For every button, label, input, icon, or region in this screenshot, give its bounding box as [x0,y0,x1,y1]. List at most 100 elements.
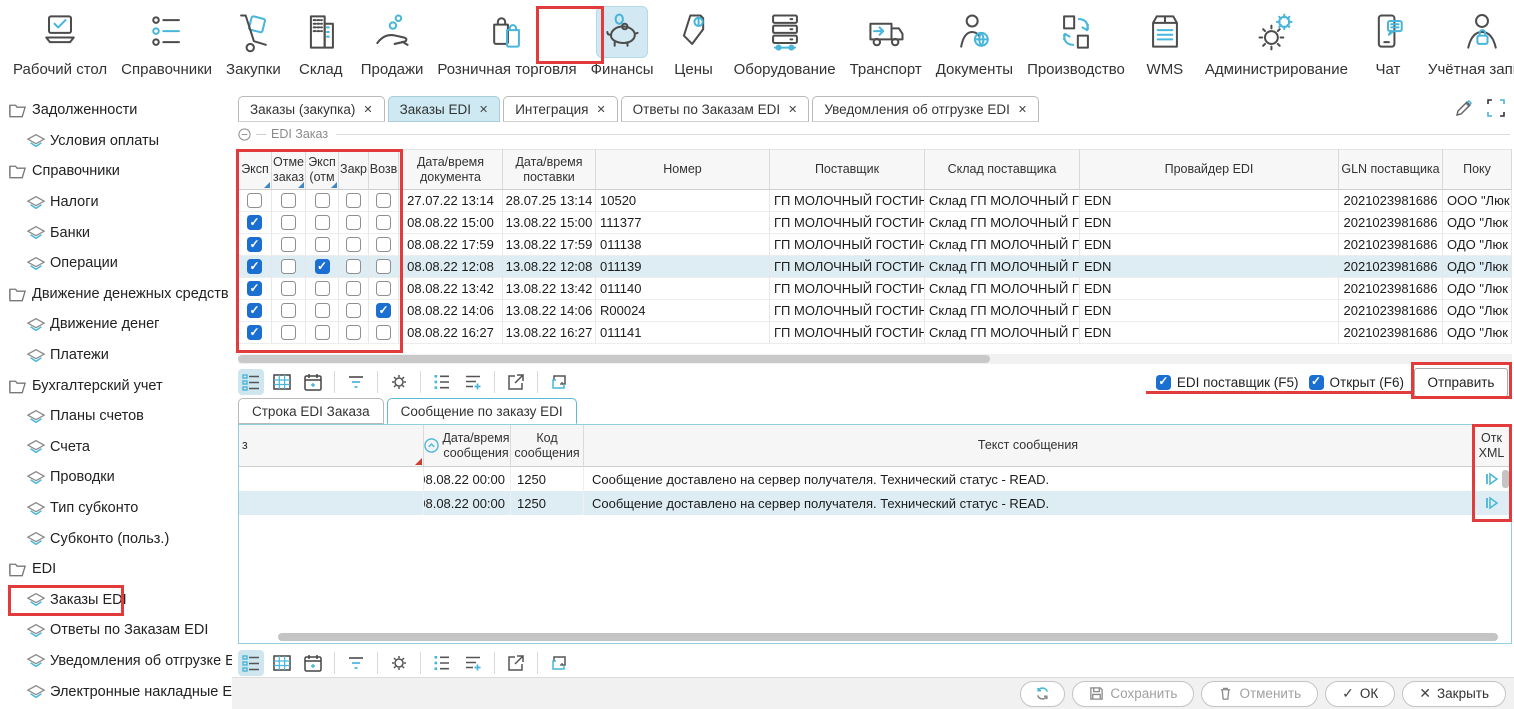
sidebar-item-references[interactable]: Справочники [0,156,232,187]
tab-close-icon[interactable]: ✕ [788,103,797,116]
view-rows-icon[interactable] [238,650,264,676]
save-button[interactable]: Сохранить [1072,681,1194,707]
checkbox-export-cancel[interactable] [315,281,330,296]
ok-button[interactable]: ✓ОК [1325,681,1395,707]
sidebar-item-operations[interactable]: Операции [0,248,232,279]
order-row[interactable]: 08.08.22 15:00 13.08.22 15:00 111377 ГП … [238,212,1512,234]
order-row[interactable]: 08.08.22 13:42 13.08.22 13:42 011140 ГП … [238,278,1512,300]
scrollbar-thumb[interactable] [238,355,990,363]
sidebar-item-subconto-user[interactable]: Субконто (польз.) [0,523,232,554]
checkbox-export-cancel[interactable] [315,303,330,318]
col-header-open-xml[interactable]: Отк XML [1473,425,1511,467]
checkbox-exported[interactable] [247,281,262,296]
filter-icon[interactable] [343,650,369,676]
checkbox-order-cancelled[interactable] [281,259,296,274]
checkbox-order-cancelled[interactable] [281,325,296,340]
order-row[interactable]: 08.08.22 17:59 13.08.22 17:59 011138 ГП … [238,234,1512,256]
sidebar-item-subconto-type[interactable]: Тип субконто [0,493,232,524]
scrollbar-thumb[interactable] [278,633,1498,641]
checkbox-export-cancel[interactable] [315,237,330,252]
checkbox-returned[interactable] [376,193,391,208]
open-external-icon[interactable] [503,650,529,676]
col-header-message-code[interactable]: Код сообщения [511,425,584,467]
checkbox-returned[interactable] [376,215,391,230]
sidebar-item-money-movement[interactable]: Движение денег [0,309,232,340]
col-header-supplier-warehouse[interactable]: Склад поставщика [925,149,1080,190]
col-header-message-text[interactable]: Текст сообщения [584,425,1473,467]
col-header-status[interactable]: з [239,425,424,467]
checkbox-order-cancelled[interactable] [281,237,296,252]
sidebar-item-edi[interactable]: EDI [0,554,232,585]
checkbox-closed[interactable] [346,193,361,208]
edi-supplier-checkbox[interactable] [1156,375,1171,390]
nav-item-chat[interactable]: Чат [1355,4,1421,80]
checkbox-closed[interactable] [346,281,361,296]
checkbox-order-cancelled[interactable] [281,303,296,318]
add-row-icon[interactable] [460,650,486,676]
checkbox-order-cancelled[interactable] [281,215,296,230]
checkbox-order-cancelled[interactable] [281,193,296,208]
nav-item-wms[interactable]: WMS [1132,4,1198,80]
checkbox-returned[interactable] [376,303,391,318]
edi-supplier-checkbox-label[interactable]: EDI поставщик (F5) [1156,375,1299,390]
checkbox-returned[interactable] [376,325,391,340]
sidebar-item-banks[interactable]: Банки [0,217,232,248]
checkbox-returned[interactable] [376,237,391,252]
checkbox-export-cancel[interactable] [315,193,330,208]
nav-item-account[interactable]: Учётная запись [1421,4,1514,80]
col-header-buyer[interactable]: Поку [1443,149,1512,190]
col-header-edi-provider[interactable]: Провайдер EDI [1080,149,1339,190]
nav-item-finance[interactable]: Финансы [584,4,661,80]
messages-vertical-scrollbar-thumb[interactable] [1502,470,1509,488]
col-header-message-datetime[interactable]: Дата/время сообщения [424,425,511,467]
view-grid-icon[interactable] [269,369,295,395]
cancel-button[interactable]: Отменить [1201,681,1318,707]
sidebar-item-edi-invoices[interactable]: Электронные накладные EDI [0,676,232,707]
checkbox-closed[interactable] [346,215,361,230]
checkbox-exported[interactable] [247,193,262,208]
checkbox-returned[interactable] [376,259,391,274]
col-header-returned[interactable]: Возв [369,149,399,190]
sidebar-item-accounting[interactable]: Бухгалтерский учет [0,370,232,401]
col-header-delivery-datetime[interactable]: Дата/время поставки [503,149,596,190]
checkbox-closed[interactable] [346,325,361,340]
open-external-icon[interactable] [503,369,529,395]
checkbox-closed[interactable] [346,259,361,274]
open-xml-icon[interactable] [1473,491,1511,515]
nav-item-desktop[interactable]: Рабочий стол [6,4,114,80]
sidebar-item-debts[interactable]: Задолженности [0,95,232,126]
view-rows-icon[interactable] [238,369,264,395]
open-checkbox[interactable] [1309,375,1324,390]
reload-icon[interactable] [546,650,572,676]
col-header-supplier[interactable]: Поставщик [770,149,925,190]
tab-edi-order-message[interactable]: Сообщение по заказу EDI [387,398,577,424]
checkbox-exported[interactable] [247,325,262,340]
tab-close-icon[interactable]: ✕ [1018,103,1027,116]
close-button[interactable]: ✕Закрыть [1402,681,1506,707]
sidebar-item-edi-orders[interactable]: Заказы EDI [0,585,232,616]
nav-item-retail[interactable]: Розничная торговля [430,4,583,80]
tab-edi-order-replies[interactable]: Ответы по Заказам EDI✕ [621,96,810,122]
nav-item-transport[interactable]: Транспорт [843,4,929,80]
sidebar-item-edi-order-replies[interactable]: Ответы по Заказам EDI [0,615,232,646]
send-button[interactable]: Отправить [1414,368,1508,397]
tab-integration[interactable]: Интеграция✕ [503,96,617,122]
sidebar-item-edi-shipment-notices[interactable]: Уведомления об отгрузке EDI [0,646,232,677]
filter-icon[interactable] [343,369,369,395]
sidebar-item-postings[interactable]: Проводки [0,462,232,493]
edit-pencil-icon[interactable] [1454,98,1474,118]
sidebar-item-cash-flow[interactable]: Движение денежных средств [0,279,232,310]
checkbox-closed[interactable] [346,237,361,252]
tab-orders-purchase[interactable]: Заказы (закупка)✕ [238,96,385,122]
order-row[interactable]: 27.07.22 13:14 28.07.25 13:14 10520 ГП М… [238,190,1512,212]
checkbox-export-cancel[interactable] [315,259,330,274]
nav-item-documents[interactable]: Документы [929,4,1020,80]
tab-edi-order-line[interactable]: Строка EDI Заказа [238,398,384,424]
tab-edi-orders[interactable]: Заказы EDI✕ [388,96,501,122]
nav-item-equipment[interactable]: Оборудование [727,4,843,80]
tab-close-icon[interactable]: ✕ [479,103,488,116]
col-header-closed[interactable]: Закр [339,149,369,190]
tab-edi-shipment-notices[interactable]: Уведомления об отгрузке EDI✕ [812,96,1039,122]
sidebar-item-payment-terms[interactable]: Условия оплаты [0,126,232,157]
col-header-number[interactable]: Номер [596,149,770,190]
